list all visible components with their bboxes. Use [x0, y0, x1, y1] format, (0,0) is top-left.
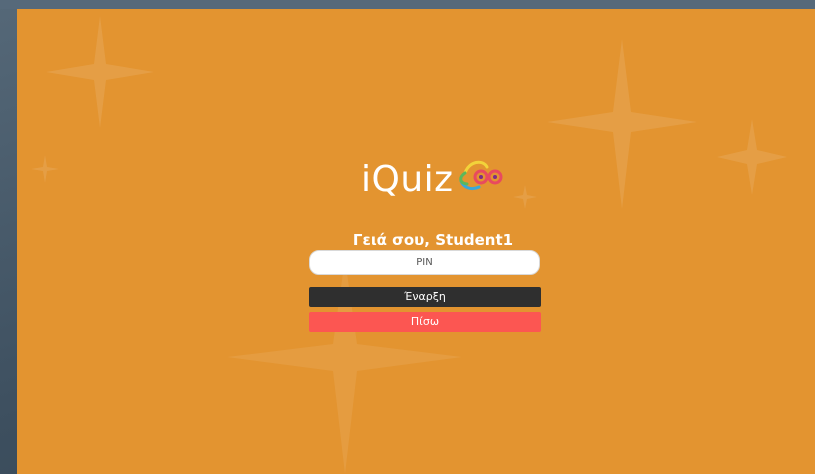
sparkle-shape — [717, 119, 787, 195]
iquiz-logo: iQuiz — [361, 157, 521, 217]
start-button[interactable]: Έναρξη — [309, 287, 541, 307]
pin-input[interactable] — [309, 250, 540, 275]
top-strip — [0, 0, 815, 9]
sparkle-shape — [46, 16, 154, 128]
logo-text: iQuiz — [361, 159, 454, 200]
login-panel: iQuiz Γειά σου, Student1 Έναρξη Πίσω — [17, 9, 815, 474]
back-button[interactable]: Πίσω — [309, 312, 541, 332]
iquiz-logo-mark-icon — [459, 160, 503, 191]
sparkle-shape — [31, 155, 59, 183]
sparkle-shape — [547, 39, 697, 209]
greeting-text: Γειά σου, Student1 — [352, 231, 514, 249]
